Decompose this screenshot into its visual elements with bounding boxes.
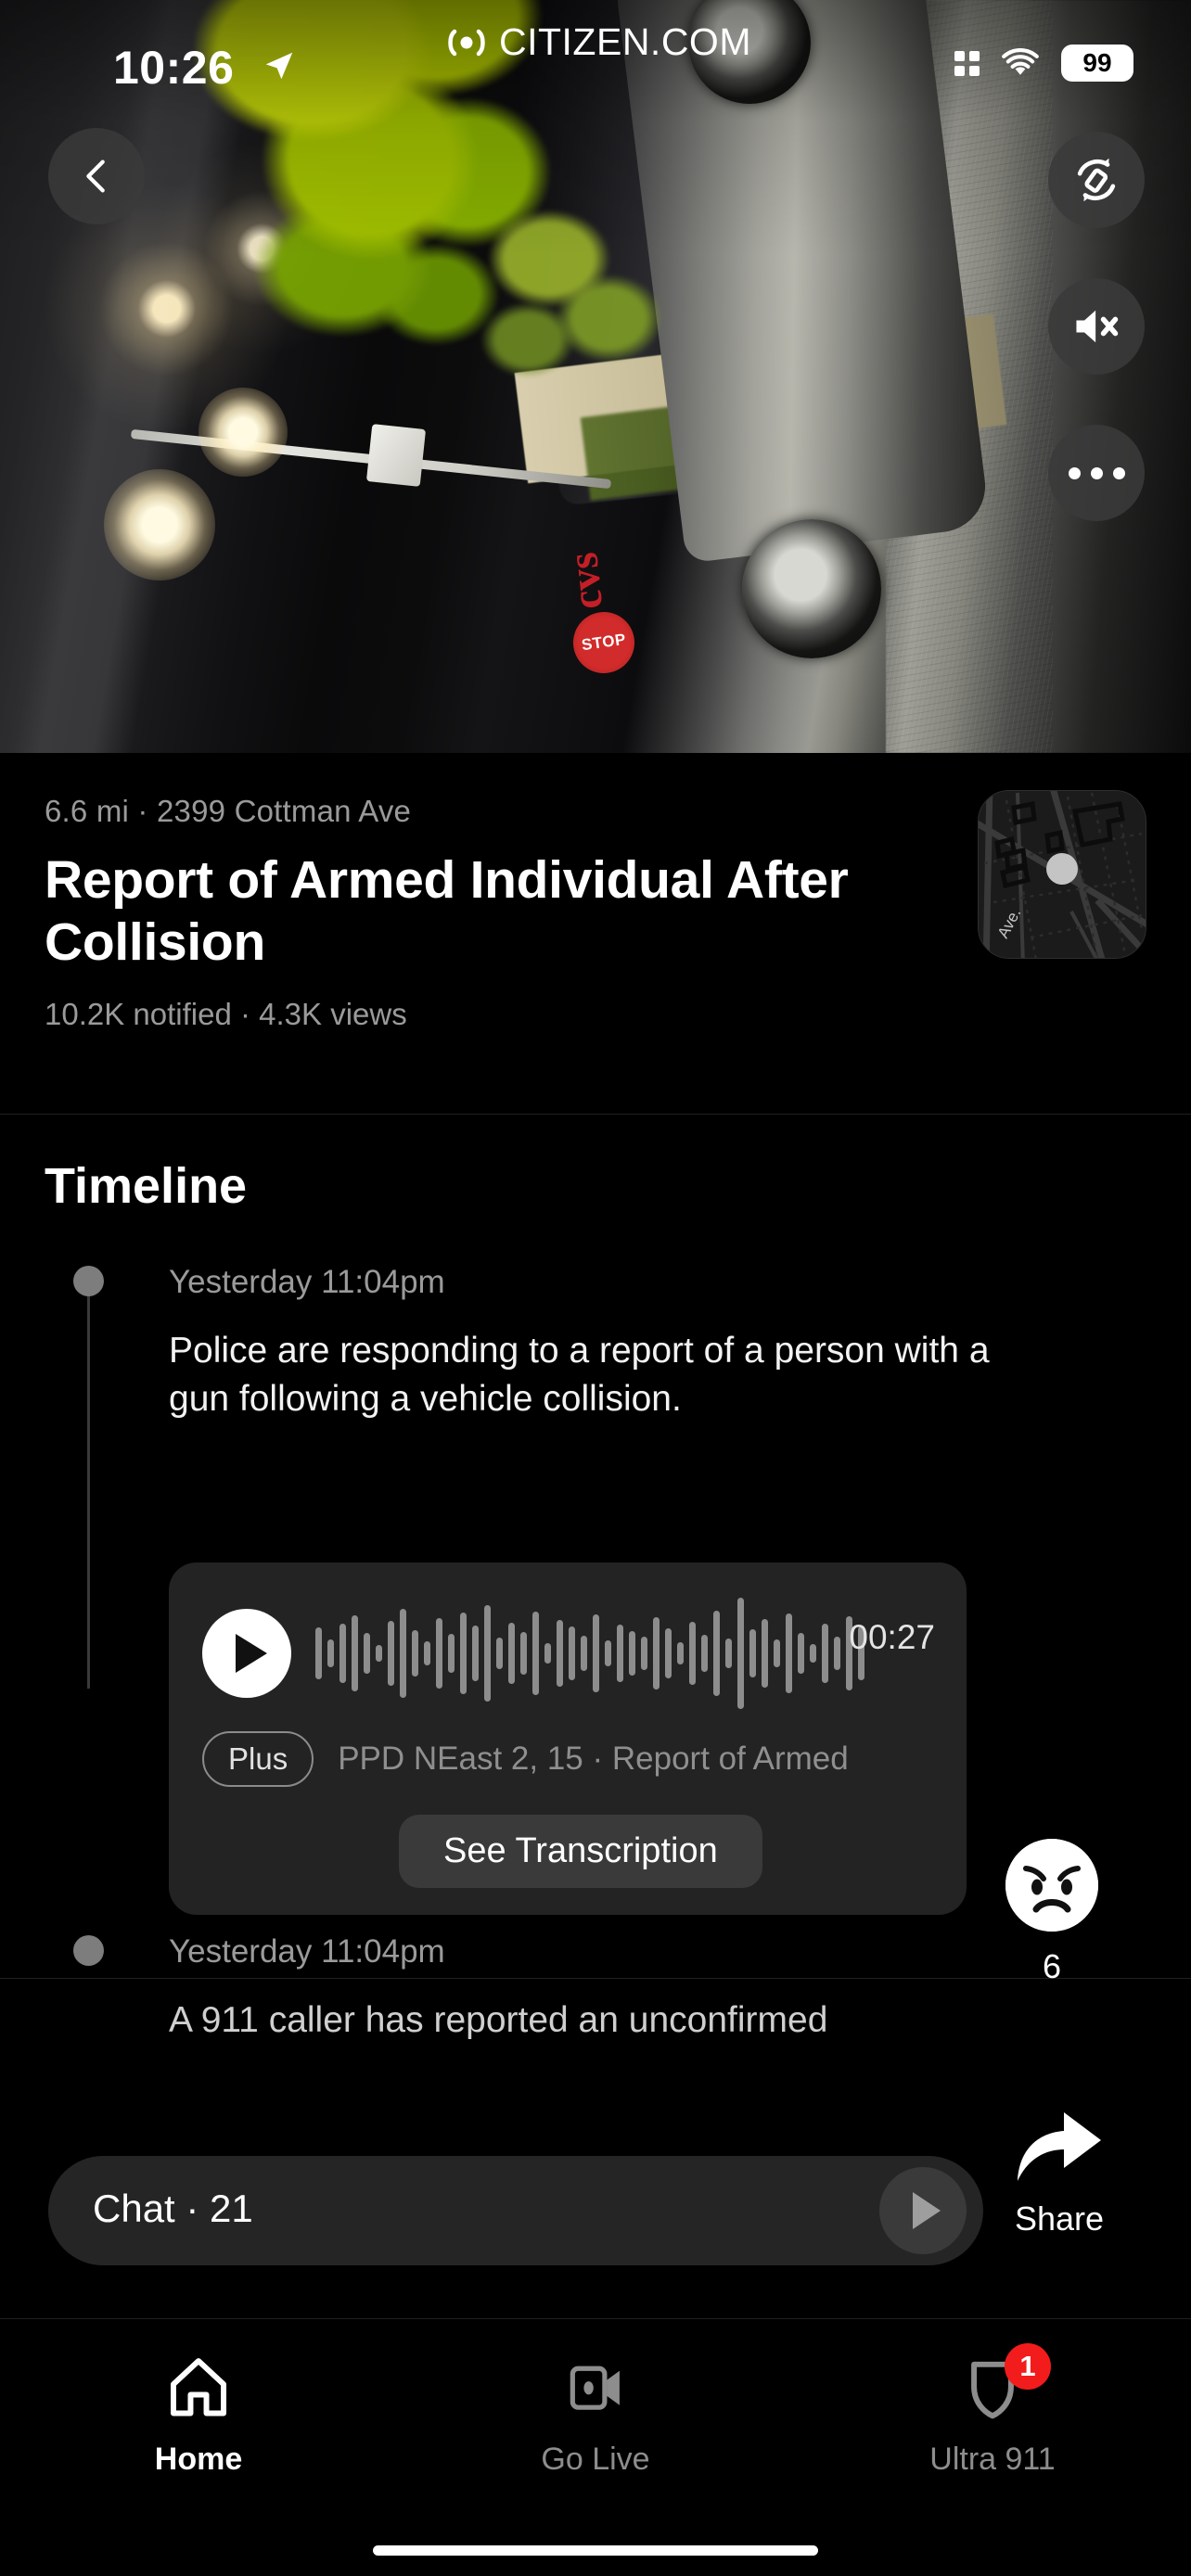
timeline-timestamp: Yesterday 11:04pm (169, 1264, 445, 1300)
app-grid-icon (954, 50, 980, 76)
ellipsis-icon (1068, 466, 1125, 479)
bottom-tab-bar: Home Go Live 1 Ultra 911 (0, 2318, 1191, 2576)
wifi-icon (1002, 48, 1039, 75)
share-label: Share (1014, 2200, 1105, 2238)
rotate-screen-button[interactable] (1048, 132, 1145, 228)
rotate-device-icon (1077, 158, 1116, 202)
event-video-player[interactable]: cvs STOP (0, 0, 1191, 753)
share-arrow-icon (1018, 2112, 1101, 2181)
tab-ultra-911-label: Ultra 911 (929, 2442, 1056, 2477)
share-button[interactable]: Share (1004, 2107, 1115, 2238)
video-camera-icon (561, 2353, 630, 2421)
location-arrow-icon (265, 52, 293, 80)
speaker-mute-icon (1076, 310, 1119, 343)
play-icon (235, 1634, 267, 1673)
home-icon (164, 2353, 233, 2421)
chat-send-button[interactable] (879, 2167, 967, 2254)
timeline-dot (73, 1935, 104, 1966)
tab-home-label: Home (154, 2442, 243, 2477)
reaction-count: 6 (1042, 1947, 1062, 1985)
shield-icon: 1 (958, 2343, 1051, 2421)
timeline-timestamp: Yesterday 11:04pm (169, 1933, 445, 1970)
audio-waveform[interactable] (315, 1598, 864, 1709)
plus-badge: Plus (202, 1731, 314, 1787)
mute-button[interactable] (1048, 278, 1145, 375)
page-title: Report of Armed Individual After Collisi… (45, 850, 849, 972)
video-gradient-overlay (0, 0, 1191, 753)
reaction-button[interactable] (1005, 1839, 1098, 1932)
tab-go-live-label: Go Live (541, 2442, 650, 2477)
citizen-event-screen: cvs STOP CITIZEN.COM 10:26 99 (0, 0, 1191, 2576)
audio-player-row (202, 1598, 935, 1709)
timeline-rail (87, 1281, 90, 1689)
home-indicator[interactable] (373, 2545, 818, 2556)
audio-clip-card[interactable]: 00:27 Plus PPD NEast 2, 15 · Report of A… (169, 1562, 967, 1915)
event-info-section: 6.6 mi · 2399 Cottman Ave Report of Arme… (0, 753, 1191, 1115)
audio-duration: 00:27 (849, 1618, 935, 1656)
status-bar-time: 10:26 (113, 42, 235, 94)
battery-indicator: 99 (1061, 45, 1133, 82)
angry-face-icon (1005, 1839, 1098, 1932)
timeline-heading: Timeline (45, 1158, 248, 1214)
see-transcription-button[interactable]: See Transcription (399, 1815, 762, 1888)
status-bar: 10:26 99 (0, 0, 1191, 97)
audio-meta-row: Plus PPD NEast 2, 15 · Report of Armed (202, 1731, 849, 1787)
play-button[interactable] (202, 1609, 291, 1698)
more-options-button[interactable] (1048, 425, 1145, 521)
chat-input[interactable]: Chat · 21 (48, 2156, 983, 2265)
status-badge: 1 (1005, 2343, 1051, 2390)
chevron-left-icon (86, 159, 105, 193)
tab-home[interactable]: Home (0, 2353, 397, 2478)
timeline-entry-text: A 911 caller has reported an unconfirmed (169, 2000, 828, 2040)
tab-ultra-911[interactable]: 1 Ultra 911 (794, 2343, 1191, 2478)
event-engagement-stats: 10.2K notified · 4.3K views (45, 997, 407, 1032)
section-divider (0, 1114, 1191, 1115)
send-arrow-icon (912, 2192, 941, 2229)
chat-label: Chat · 21 (93, 2187, 253, 2230)
map-preview-icon: Ave. (979, 791, 1146, 958)
audio-source-label: PPD NEast 2, 15 · Report of Armed (338, 1741, 849, 1777)
back-button[interactable] (48, 128, 145, 224)
map-thumbnail[interactable]: Ave. (978, 790, 1146, 959)
timeline-dot (73, 1266, 104, 1296)
timeline-entry-text: Police are responding to a report of a p… (169, 1331, 990, 1419)
tab-go-live[interactable]: Go Live (397, 2353, 794, 2478)
